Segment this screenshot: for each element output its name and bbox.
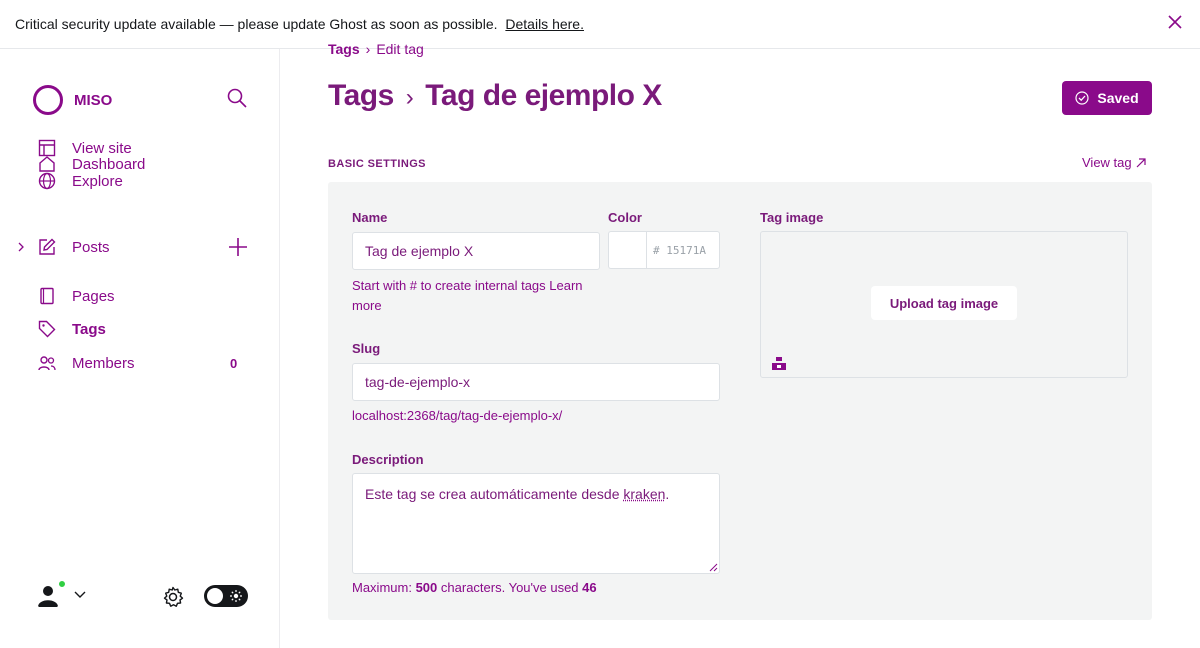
sidebar-item-label: Dashboard [72, 155, 146, 173]
edit-icon [39, 238, 56, 255]
online-status-dot [57, 579, 67, 589]
resize-handle-icon[interactable] [708, 562, 718, 572]
view-tag-link[interactable]: View tag [1082, 155, 1146, 170]
color-input[interactable]: # 15171A [646, 231, 720, 269]
page-title: Tags › Tag de ejemplo X [328, 79, 662, 113]
description-hint: Maximum: 500 characters. You've used 46 [352, 578, 597, 598]
save-button[interactable]: Saved [1062, 81, 1152, 115]
toggle-knob [207, 588, 223, 604]
theme-toggle[interactable] [204, 585, 248, 607]
title-arrow-icon: › [405, 84, 414, 111]
sidebar-item-tags[interactable]: Tags [0, 320, 280, 338]
site-brand[interactable]: MISO [33, 85, 112, 115]
slug-input[interactable]: tag-de-ejemplo-x [352, 363, 720, 401]
chevron-right-icon[interactable] [16, 242, 26, 252]
save-button-label: Saved [1097, 90, 1139, 106]
external-link-icon [1136, 157, 1146, 167]
page-title-root[interactable]: Tags [328, 79, 394, 112]
name-input[interactable]: Tag de ejemplo X [352, 232, 600, 270]
description-hint-middle: characters. You've used [440, 580, 579, 595]
sidebar-item-label: Explore [72, 172, 123, 190]
members-count: 0 [230, 355, 238, 371]
chevron-down-icon[interactable] [74, 591, 86, 599]
name-hint: Start with # to create internal tags Lea… [352, 278, 583, 313]
update-banner: Critical security update available — ple… [0, 0, 1200, 49]
slug-label: Slug [352, 341, 381, 356]
color-swatch[interactable] [608, 231, 646, 269]
sidebar-item-dashboard[interactable]: Dashboard [0, 155, 280, 173]
description-label: Description [352, 452, 424, 467]
search-icon[interactable] [227, 88, 247, 108]
breadcrumb-tags-link[interactable]: Tags [328, 41, 360, 57]
description-textarea[interactable]: Este tag se crea automáticamente desde k… [352, 473, 720, 574]
view-tag-label: View tag [1082, 155, 1132, 170]
members-icon [38, 356, 56, 371]
gear-icon[interactable] [162, 586, 184, 608]
sidebar-item-label: Members [72, 354, 135, 372]
banner-message: Critical security update available — ple… [15, 16, 498, 32]
description-spell-word: kraken [623, 486, 666, 502]
breadcrumb-current: Edit tag [376, 41, 424, 57]
sidebar-item-members[interactable]: Members 0 [0, 354, 280, 372]
page-title-tag: Tag de ejemplo X [425, 79, 662, 112]
banner-text: Critical security update available — ple… [15, 16, 584, 32]
tag-icon [38, 320, 56, 338]
color-label: Color [608, 210, 642, 225]
description-text: Este tag se crea automáticamente desde [365, 486, 620, 502]
sidebar-item-posts[interactable]: Posts [0, 238, 280, 256]
sidebar-item-explore[interactable]: Explore [0, 172, 280, 190]
check-circle-icon [1075, 91, 1089, 105]
breadcrumb-separator: › [365, 41, 371, 57]
sun-icon [230, 590, 242, 602]
sidebar-item-label: View site [72, 139, 132, 157]
color-input-value: 15171A [666, 243, 706, 257]
sidebar-item-label: Posts [72, 238, 110, 256]
description-used: 46 [582, 580, 597, 595]
pages-icon [40, 287, 54, 305]
sidebar: MISO View site Dashboard Explore Posts P… [0, 49, 280, 648]
tag-image-label: Tag image [760, 210, 824, 225]
description-end: . [665, 486, 670, 502]
breadcrumb: Tags › Edit tag [328, 41, 424, 57]
site-logo [33, 85, 63, 115]
sidebar-item-pages[interactable]: Pages [0, 287, 280, 305]
unsplash-icon[interactable] [771, 355, 787, 371]
slug-input-value: tag-de-ejemplo-x [365, 374, 471, 390]
slug-url-hint: localhost:2368/tag/tag-de-ejemplo-x/ [352, 408, 563, 423]
close-icon[interactable] [1168, 15, 1182, 29]
banner-details-link[interactable]: Details here. [505, 16, 584, 32]
color-prefix: # [653, 243, 660, 257]
sidebar-item-label: Tags [72, 320, 106, 338]
name-input-value: Tag de ejemplo X [365, 243, 474, 259]
name-label: Name [352, 210, 388, 225]
sidebar-item-label: Pages [72, 287, 115, 305]
description-hint-prefix: Maximum: [352, 580, 412, 595]
globe-icon [38, 172, 56, 190]
home-icon [39, 156, 55, 172]
description-max: 500 [415, 580, 438, 595]
section-title: BASIC SETTINGS [328, 158, 426, 170]
upload-tag-image-button[interactable]: Upload tag image [871, 286, 1017, 320]
site-name: MISO [74, 91, 113, 109]
plus-icon[interactable] [229, 238, 247, 256]
